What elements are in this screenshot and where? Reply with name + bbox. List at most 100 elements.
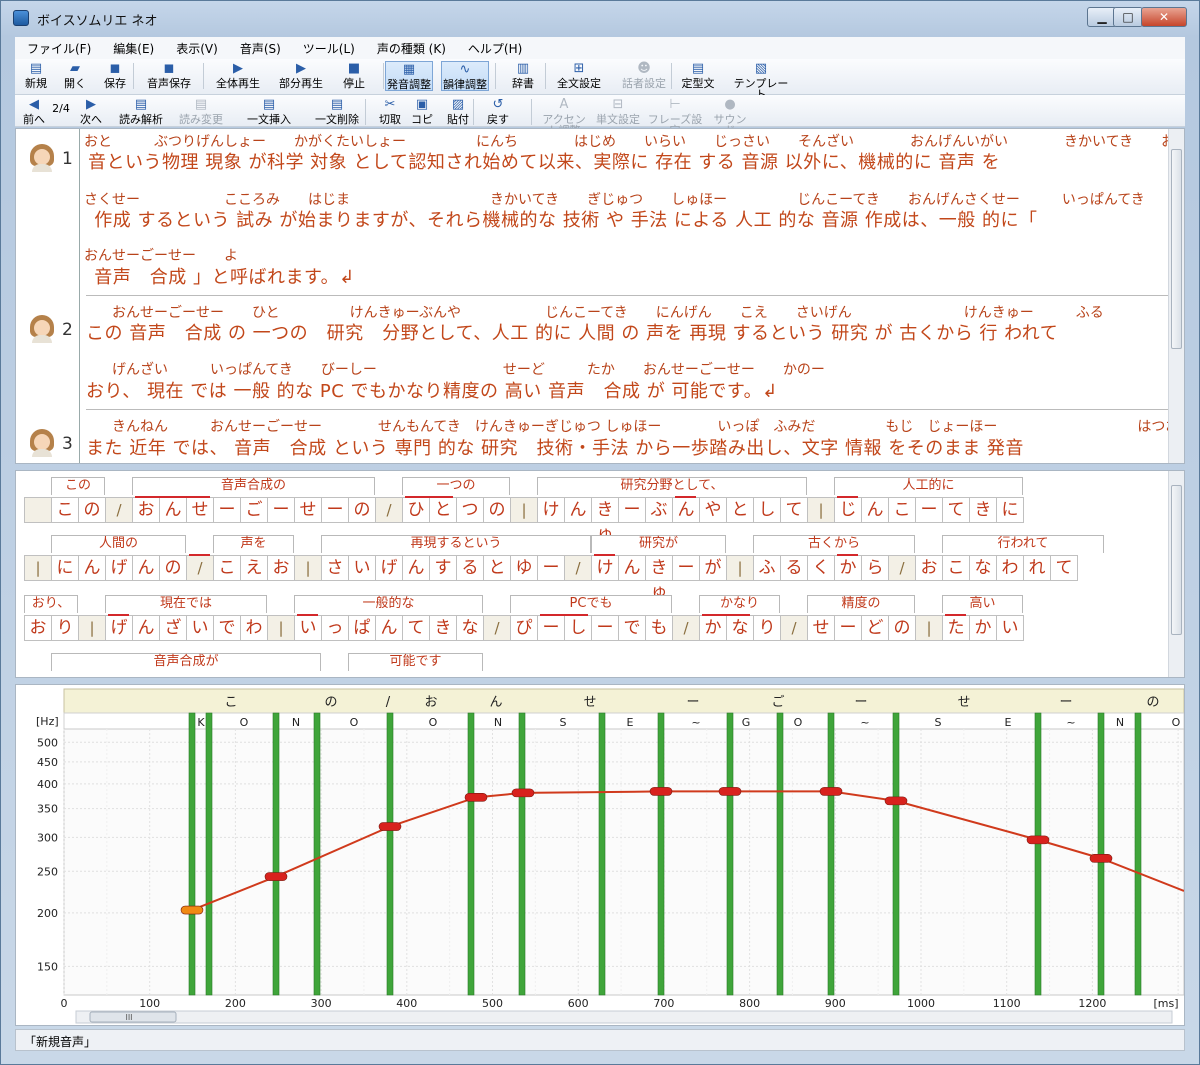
mora-cell[interactable]: り [51, 615, 79, 641]
mora-cell[interactable]: げ [105, 555, 133, 581]
sound-icon[interactable]: ●サウンド [709, 97, 751, 137]
close-button[interactable]: ✕ [1141, 7, 1187, 27]
mora-cell[interactable]: で [618, 615, 646, 641]
menu-item[interactable]: ツール(L) [291, 37, 365, 57]
mora-cell[interactable]: せ [186, 497, 214, 523]
mora-cell[interactable]: か [969, 615, 997, 641]
pitch-point-handle[interactable] [378, 822, 402, 831]
cut-icon[interactable]: ✂ 切取 [375, 97, 405, 127]
全文設定-button[interactable]: ⊞ 全文設定 [553, 61, 605, 91]
mora-cell[interactable]: ら [861, 555, 889, 581]
phoneme-boundary[interactable] [467, 712, 475, 996]
pitch-point-handle[interactable] [819, 787, 843, 796]
phrase-label[interactable]: 再現するという [321, 535, 591, 553]
sentence-settings-icon[interactable]: ⊟ 単文設定 [595, 97, 641, 127]
停止-button[interactable]: ■ 停止 [337, 61, 371, 91]
発音調整-button[interactable]: ▦ 発音調整 [385, 61, 433, 91]
mora-cell[interactable]: ー [537, 555, 565, 581]
scrollbar-thumb[interactable] [1171, 485, 1182, 635]
辞書-button[interactable]: ▥ 辞書 [505, 61, 541, 91]
mora-cell[interactable]: ぶ [645, 497, 673, 523]
menu-item[interactable]: 声の種類 (K) [365, 37, 456, 57]
phrase-separator[interactable]: / [375, 497, 403, 523]
mora-cell[interactable]: が [699, 555, 727, 581]
mora-cell[interactable]: な [456, 615, 484, 641]
mora-cell[interactable]: ー [213, 497, 241, 523]
部分再生-button[interactable]: ▶ 部分再生 [273, 61, 329, 91]
mora-cell[interactable]: ん [78, 555, 106, 581]
mora-cell[interactable]: た [942, 615, 970, 641]
mora-cell[interactable]: て [1050, 555, 1078, 581]
pitch-chart[interactable]: 500 450 400 350 300 250 200 150 [Hz] 0 100 200 300 40… [16, 685, 1184, 1025]
menu-item[interactable]: 音声(S) [228, 37, 291, 57]
mora-cell[interactable]: て [402, 615, 430, 641]
mora-cell[interactable]: ー [618, 497, 646, 523]
mora-cell[interactable]: い [348, 555, 376, 581]
text-line[interactable]: 音声 合成 」と呼ばれます。↲ [88, 263, 355, 289]
pitch-point-handle[interactable] [649, 787, 673, 796]
mora-cell[interactable]: こ [942, 555, 970, 581]
mora-cell[interactable]: く [807, 555, 835, 581]
mora-cell[interactable]: ー [915, 497, 943, 523]
phrase-settings-icon[interactable]: ⊢フレーズ設定 [645, 97, 705, 137]
mora-cell[interactable]: と [429, 497, 457, 523]
phrase-separator[interactable]: | [726, 555, 754, 581]
paste-icon[interactable]: ▨ 貼付 [441, 97, 475, 127]
mora-cell[interactable]: ー [834, 615, 862, 641]
accent-icon[interactable]: Aアクセント調整 [537, 97, 591, 137]
mora-cell[interactable]: の [888, 615, 916, 641]
mora-cell[interactable]: ふ [753, 555, 781, 581]
pronunciation-pane[interactable]: この 音声合成の 一つの 研究分野として、 人工的にこの / おんせーごーせーの / ひとつの |… [15, 470, 1185, 678]
mora-cell[interactable]: い [186, 615, 214, 641]
mora-cell[interactable]: げ [375, 555, 403, 581]
phoneme-boundary[interactable] [776, 712, 784, 996]
menu-item[interactable]: ヘルプ(H) [456, 37, 532, 57]
mora-cell[interactable]: せ [807, 615, 835, 641]
pitch-point-handle[interactable] [1026, 835, 1050, 845]
phrase-separator[interactable]: / [780, 615, 808, 641]
text-line[interactable]: また 近年 では、 音声 合成 という 専門 的な 研究 技術・手法 から一歩踏… [86, 434, 1024, 460]
mora-cell[interactable]: で [213, 615, 241, 641]
phrase-label[interactable]: 高い [942, 595, 1023, 613]
phrase-separator[interactable]: | [267, 615, 295, 641]
mora-cell[interactable]: お [267, 555, 295, 581]
phrase-label[interactable]: かなり [699, 595, 780, 613]
speaker-avatar[interactable] [28, 429, 56, 457]
phoneme-boundary[interactable] [1097, 712, 1105, 996]
mora-cell[interactable]: な [969, 555, 997, 581]
mora-cell[interactable]: け [591, 555, 619, 581]
mora-cell[interactable]: と [726, 497, 754, 523]
mora-cell[interactable]: も [645, 615, 673, 641]
mora-cell[interactable]: せ [294, 497, 322, 523]
phrase-label[interactable]: この [51, 477, 105, 495]
mora-cell[interactable]: ぱ [348, 615, 376, 641]
phrase-label[interactable]: 一つの [402, 477, 510, 495]
mora-cell[interactable]: い [294, 615, 322, 641]
prosody-pane[interactable]: 500 450 400 350 300 250 200 150 [Hz] 0 100 200 300 40… [15, 684, 1185, 1026]
horizontal-scrollbar-thumb[interactable] [89, 1011, 177, 1023]
mora-cell[interactable]: か [834, 555, 862, 581]
phrase-label[interactable]: 古くから [753, 535, 915, 553]
mora-cell[interactable]: ー [672, 555, 700, 581]
mora-cell[interactable]: の [78, 497, 106, 523]
horizontal-scrollbar[interactable] [75, 1010, 1173, 1024]
mora-cell[interactable]: き [969, 497, 997, 523]
mora-cell[interactable]: ー [591, 615, 619, 641]
phrase-separator[interactable]: | [807, 497, 835, 523]
phoneme-boundary[interactable] [1134, 712, 1142, 996]
mora-cell[interactable]: ゆ [510, 555, 538, 581]
phrase-label[interactable]: 声を [213, 535, 294, 553]
mora-cell[interactable]: や [699, 497, 727, 523]
mora-cell[interactable]: け [537, 497, 565, 523]
mora-cell[interactable]: げ [105, 615, 133, 641]
prev-icon[interactable]: ◀ 前へ [19, 97, 49, 127]
phrase-separator[interactable]: | [294, 555, 322, 581]
mora-cell[interactable]: ご [240, 497, 268, 523]
phoneme-boundary[interactable] [205, 712, 213, 996]
mora-cell[interactable]: り [753, 615, 781, 641]
pitch-point-handle[interactable] [718, 787, 742, 796]
mora-cell[interactable]: こ [213, 555, 241, 581]
mora-cell[interactable]: こ [888, 497, 916, 523]
text-line[interactable]: おり、 現在 では 一般 的な PC でもかなり精度の 高い 音声 合成 が 可… [86, 377, 778, 403]
mora-cell[interactable]: っ [321, 615, 349, 641]
